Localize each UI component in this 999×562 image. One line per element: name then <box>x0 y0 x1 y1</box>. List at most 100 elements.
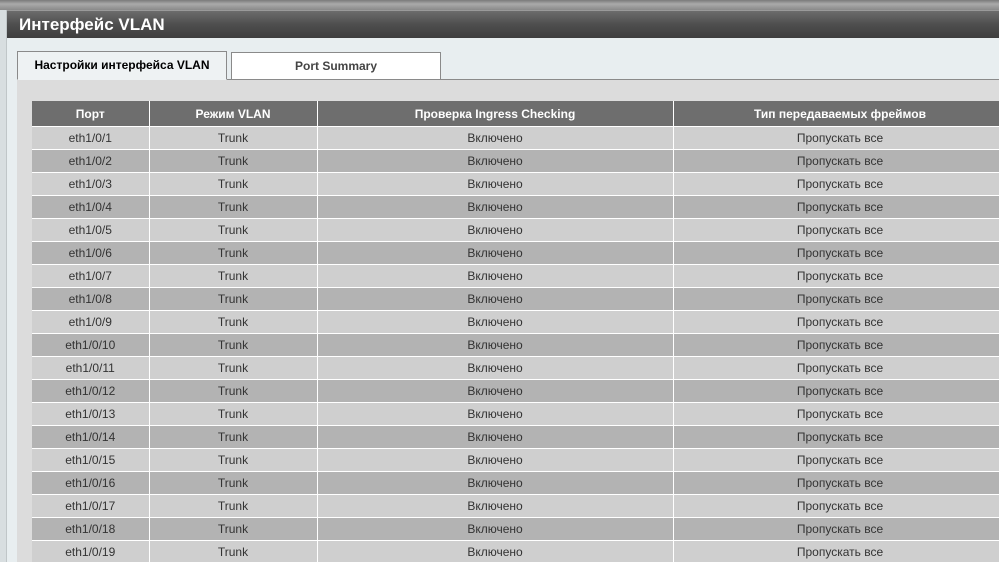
tab-vlan-interface-settings[interactable]: Настройки интерфейса VLAN <box>17 51 227 80</box>
column-header-port: Порт <box>32 101 150 127</box>
cell-acceptable-frame-type: Пропускать все <box>673 149 999 173</box>
cell-ingress-checking: Включено <box>317 494 674 518</box>
cell-acceptable-frame-type: Пропускать все <box>673 172 999 196</box>
cell-vlan-mode: Trunk <box>149 149 318 173</box>
vlan-interface-table: Порт Режим VLAN Проверка Ingress Checkin… <box>32 101 999 562</box>
table-row[interactable]: eth1/0/6 Trunk Включено Пропускать все <box>32 241 999 265</box>
cell-acceptable-frame-type: Пропускать все <box>673 287 999 311</box>
cell-ingress-checking: Включено <box>317 172 674 196</box>
cell-port: eth1/0/2 <box>32 149 150 173</box>
cell-port: eth1/0/7 <box>32 264 150 288</box>
cell-acceptable-frame-type: Пропускать все <box>673 540 999 562</box>
cell-ingress-checking: Включено <box>317 402 674 426</box>
cell-vlan-mode: Trunk <box>149 264 318 288</box>
tab-bar: Настройки интерфейса VLAN Port Summary <box>17 51 999 80</box>
cell-port: eth1/0/8 <box>32 287 150 311</box>
cell-vlan-mode: Trunk <box>149 356 318 380</box>
table-body: eth1/0/1 Trunk Включено Пропускать все eth1/… <box>32 126 999 562</box>
left-strip <box>0 10 7 562</box>
table-row[interactable]: eth1/0/18 Trunk Включено Пропускать все <box>32 517 999 541</box>
table-row[interactable]: eth1/0/5 Trunk Включено Пропускать все <box>32 218 999 242</box>
cell-vlan-mode: Trunk <box>149 402 318 426</box>
tab-port-summary[interactable]: Port Summary <box>231 52 441 80</box>
cell-acceptable-frame-type: Пропускать все <box>673 310 999 334</box>
cell-vlan-mode: Trunk <box>149 517 318 541</box>
table-header-row: Порт Режим VLAN Проверка Ingress Checkin… <box>32 101 999 127</box>
cell-ingress-checking: Включено <box>317 126 674 150</box>
cell-ingress-checking: Включено <box>317 425 674 449</box>
cell-acceptable-frame-type: Пропускать все <box>673 494 999 518</box>
cell-ingress-checking: Включено <box>317 264 674 288</box>
cell-port: eth1/0/12 <box>32 379 150 403</box>
table-row[interactable]: eth1/0/10 Trunk Включено Пропускать все <box>32 333 999 357</box>
table-row[interactable]: eth1/0/1 Trunk Включено Пропускать все <box>32 126 999 150</box>
cell-port: eth1/0/4 <box>32 195 150 219</box>
page-title: Интерфейс VLAN <box>19 15 165 34</box>
cell-acceptable-frame-type: Пропускать все <box>673 126 999 150</box>
table-row[interactable]: eth1/0/15 Trunk Включено Пропускать все <box>32 448 999 472</box>
table-row[interactable]: eth1/0/11 Trunk Включено Пропускать все <box>32 356 999 380</box>
cell-port: eth1/0/16 <box>32 471 150 495</box>
table-row[interactable]: eth1/0/2 Trunk Включено Пропускать все <box>32 149 999 173</box>
cell-vlan-mode: Trunk <box>149 287 318 311</box>
cell-acceptable-frame-type: Пропускать все <box>673 425 999 449</box>
cell-ingress-checking: Включено <box>317 448 674 472</box>
table-row[interactable]: eth1/0/3 Trunk Включено Пропускать все <box>32 172 999 196</box>
app-window: Интерфейс VLAN Настройки интерфейса VLAN… <box>0 0 999 562</box>
table-row[interactable]: eth1/0/17 Trunk Включено Пропускать все <box>32 494 999 518</box>
cell-acceptable-frame-type: Пропускать все <box>673 218 999 242</box>
column-header-ingress-checking: Проверка Ingress Checking <box>317 101 674 127</box>
cell-acceptable-frame-type: Пропускать все <box>673 333 999 357</box>
cell-vlan-mode: Trunk <box>149 379 318 403</box>
column-header-vlan-mode: Режим VLAN <box>149 101 318 127</box>
cell-acceptable-frame-type: Пропускать все <box>673 448 999 472</box>
cell-port: eth1/0/5 <box>32 218 150 242</box>
table-row[interactable]: eth1/0/7 Trunk Включено Пропускать все <box>32 264 999 288</box>
table-row[interactable]: eth1/0/19 Trunk Включено Пропускать все <box>32 540 999 562</box>
table-row[interactable]: eth1/0/9 Trunk Включено Пропускать все <box>32 310 999 334</box>
cell-ingress-checking: Включено <box>317 540 674 562</box>
table-row[interactable]: eth1/0/13 Trunk Включено Пропускать все <box>32 402 999 426</box>
cell-acceptable-frame-type: Пропускать все <box>673 264 999 288</box>
cell-port: eth1/0/10 <box>32 333 150 357</box>
cell-port: eth1/0/18 <box>32 517 150 541</box>
cell-port: eth1/0/15 <box>32 448 150 472</box>
cell-port: eth1/0/3 <box>32 172 150 196</box>
table-row[interactable]: eth1/0/16 Trunk Включено Пропускать все <box>32 471 999 495</box>
cell-ingress-checking: Включено <box>317 310 674 334</box>
cell-ingress-checking: Включено <box>317 356 674 380</box>
cell-vlan-mode: Trunk <box>149 448 318 472</box>
cell-vlan-mode: Trunk <box>149 540 318 562</box>
cell-acceptable-frame-type: Пропускать все <box>673 195 999 219</box>
cell-ingress-checking: Включено <box>317 517 674 541</box>
column-header-acceptable-frame-type: Тип передаваемых фреймов <box>673 101 999 127</box>
cell-vlan-mode: Trunk <box>149 333 318 357</box>
cell-ingress-checking: Включено <box>317 379 674 403</box>
cell-acceptable-frame-type: Пропускать все <box>673 379 999 403</box>
table-row[interactable]: eth1/0/12 Trunk Включено Пропускать все <box>32 379 999 403</box>
cell-port: eth1/0/17 <box>32 494 150 518</box>
cell-ingress-checking: Включено <box>317 287 674 311</box>
cell-vlan-mode: Trunk <box>149 195 318 219</box>
cell-acceptable-frame-type: Пропускать все <box>673 402 999 426</box>
title-bar: Интерфейс VLAN <box>7 10 999 38</box>
cell-vlan-mode: Trunk <box>149 425 318 449</box>
cell-ingress-checking: Включено <box>317 471 674 495</box>
cell-acceptable-frame-type: Пропускать все <box>673 517 999 541</box>
cell-ingress-checking: Включено <box>317 241 674 265</box>
cell-ingress-checking: Включено <box>317 333 674 357</box>
cell-vlan-mode: Trunk <box>149 126 318 150</box>
cell-port: eth1/0/11 <box>32 356 150 380</box>
table-row[interactable]: eth1/0/4 Trunk Включено Пропускать все <box>32 195 999 219</box>
cell-ingress-checking: Включено <box>317 195 674 219</box>
table-row[interactable]: eth1/0/8 Trunk Включено Пропускать все <box>32 287 999 311</box>
cell-acceptable-frame-type: Пропускать все <box>673 356 999 380</box>
cell-port: eth1/0/13 <box>32 402 150 426</box>
cell-vlan-mode: Trunk <box>149 471 318 495</box>
cell-vlan-mode: Trunk <box>149 241 318 265</box>
top-border <box>0 0 999 10</box>
table-row[interactable]: eth1/0/14 Trunk Включено Пропускать все <box>32 425 999 449</box>
cell-acceptable-frame-type: Пропускать все <box>673 471 999 495</box>
cell-vlan-mode: Trunk <box>149 218 318 242</box>
cell-port: eth1/0/9 <box>32 310 150 334</box>
